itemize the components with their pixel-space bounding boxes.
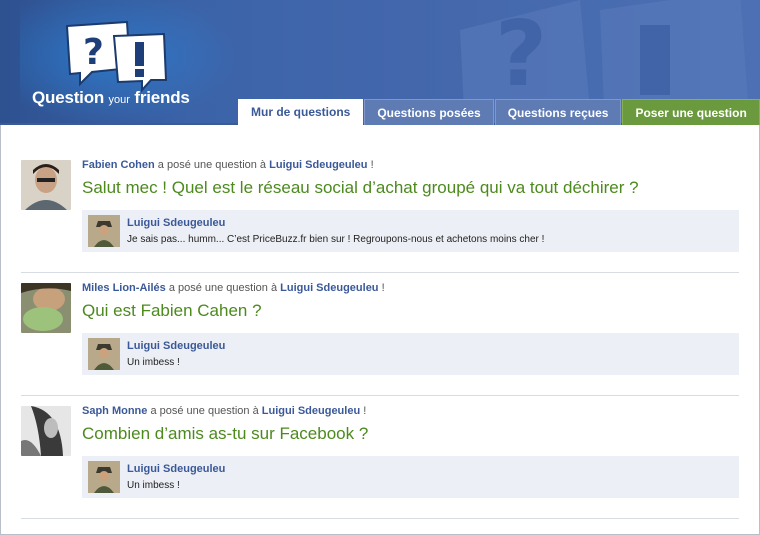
svg-text:?: ? [495, 2, 547, 107]
logo-wordmark: Question your friends [32, 88, 190, 108]
answer-author-link[interactable]: Luigui Sdeugeuleu [127, 463, 225, 475]
tab-mur-de-questions[interactable]: Mur de questions [238, 99, 364, 126]
avatar[interactable] [88, 215, 120, 247]
meta-exclaim: ! [381, 282, 385, 294]
answer-box: Luigui Sdeugeuleu Je sais pas... humm...… [82, 210, 739, 252]
question-text[interactable]: Qui est Fabien Cahen ? [82, 301, 262, 321]
answer-author-link[interactable]: Luigui Sdeugeuleu [127, 217, 225, 229]
svg-text:?: ? [83, 32, 104, 73]
feed-item: Saph Monne a posé une question à Luigui … [21, 396, 739, 519]
logo-word-question: Question [32, 88, 105, 107]
answer-box: Luigui Sdeugeuleu Un imbess ! [82, 333, 739, 375]
avatar[interactable] [21, 283, 71, 333]
meta-exclaim: ! [370, 159, 374, 171]
answer-box: Luigui Sdeugeuleu Un imbess ! [82, 456, 739, 498]
avatar[interactable] [88, 461, 120, 493]
avatar[interactable] [21, 160, 71, 210]
tab-poser-une-question[interactable]: Poser une question [622, 99, 760, 125]
logo-word-your: your [108, 94, 130, 106]
logo-word-friends: friends [134, 88, 190, 107]
post-meta: Miles Lion-Ailés a posé une question à L… [82, 282, 385, 294]
answer-author-link[interactable]: Luigui Sdeugeuleu [127, 340, 225, 352]
answer-text: Je sais pas... humm... C’est PriceBuzz.f… [127, 234, 545, 245]
meta-exclaim: ! [363, 405, 367, 417]
meta-connector: a posé une question à [150, 405, 259, 417]
target-link[interactable]: Luigui Sdeugeuleu [262, 405, 360, 417]
avatar[interactable] [88, 338, 120, 370]
answer-text: Un imbess ! [127, 357, 180, 368]
post-meta: Saph Monne a posé une question à Luigui … [82, 405, 366, 417]
meta-connector: a posé une question à [168, 282, 278, 294]
feed-item: Miles Lion-Ailés a posé une question à L… [21, 273, 739, 396]
feed-item: Fabien Cohen a posé une question à Luigu… [21, 150, 739, 273]
post-meta: Fabien Cohen a posé une question à Luigu… [82, 159, 374, 171]
question-feed: Fabien Cohen a posé une question à Luigu… [21, 150, 739, 519]
asker-link[interactable]: Miles Lion-Ailés [82, 282, 166, 294]
tab-questions-recues[interactable]: Questions reçues [494, 99, 622, 125]
question-text[interactable]: Combien d’amis as-tu sur Facebook ? [82, 424, 368, 444]
target-link[interactable]: Luigui Sdeugeuleu [269, 159, 367, 171]
tab-questions-posees[interactable]: Questions posées [364, 99, 494, 125]
avatar[interactable] [21, 406, 71, 456]
answer-text: Un imbess ! [127, 480, 180, 491]
meta-connector: a posé une question à [157, 159, 267, 171]
question-text[interactable]: Salut mec ! Quel est le réseau social d’… [82, 178, 639, 198]
asker-link[interactable]: Fabien Cohen [82, 159, 155, 171]
tab-bar: Mur de questions Questions posées Questi… [238, 99, 760, 126]
target-link[interactable]: Luigui Sdeugeuleu [280, 282, 378, 294]
asker-link[interactable]: Saph Monne [82, 405, 147, 417]
